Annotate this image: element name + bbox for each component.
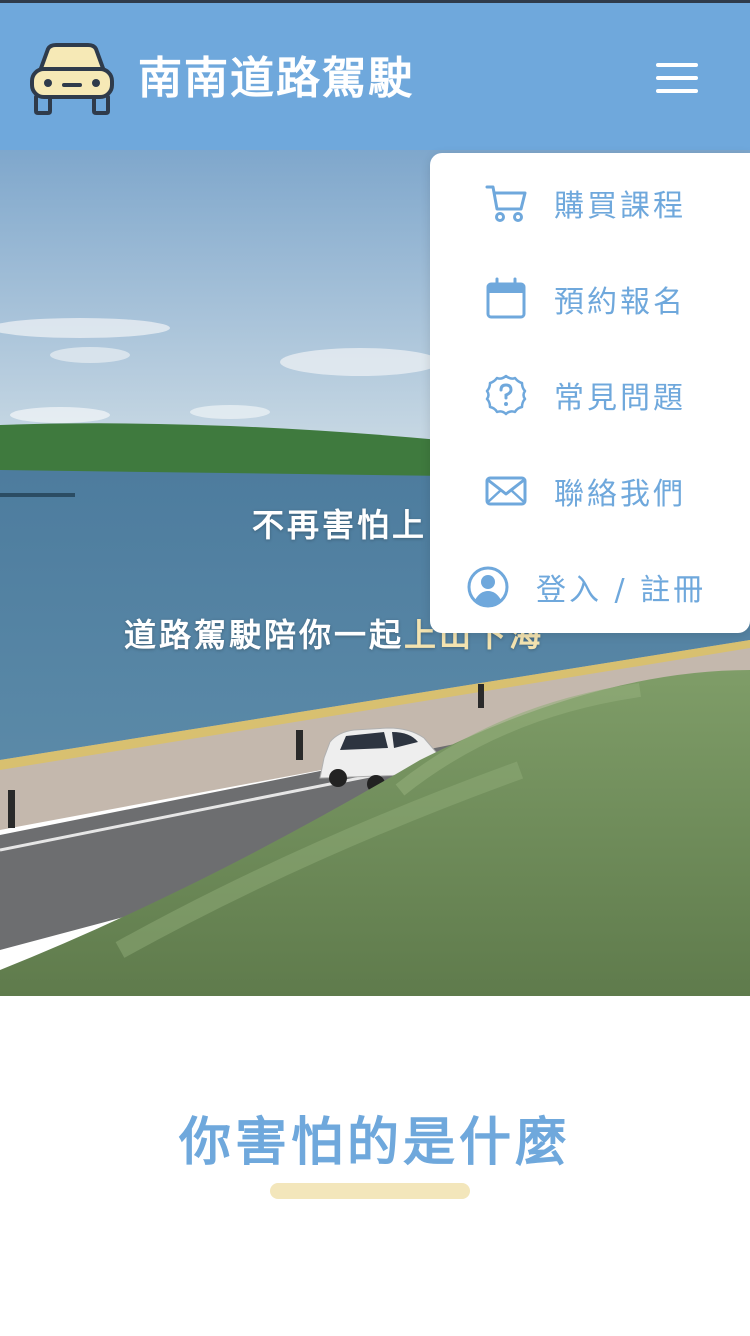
menu-item-login-register[interactable]: 登入 / 註冊: [430, 539, 750, 635]
brand-title[interactable]: 南南道路駕駛: [138, 51, 414, 107]
dropdown-menu: 購買課程 預約報名 常見問題 聯絡我們 登入 / 註冊: [430, 153, 750, 633]
question-icon: [485, 374, 527, 416]
top-header: 南南道路駕駛: [0, 0, 750, 150]
menu-item-label: 聯絡我們: [554, 477, 686, 512]
menu-item-reservation[interactable]: 預約報名: [430, 251, 750, 347]
section-title: 你害怕的是什麼: [178, 1113, 571, 1173]
menu-item-faq[interactable]: 常見問題: [430, 347, 750, 443]
menu-item-label: 購買課程: [554, 189, 686, 224]
hero-headline-line1: 不再害怕上: [252, 506, 428, 544]
car-front-icon[interactable]: [28, 41, 116, 117]
page: 南南道路駕駛 不再害怕上 道路駕駛陪你一起上山下海 購買課程 預約報名 常見問題…: [0, 0, 750, 1336]
menu-item-contact[interactable]: 聯絡我們: [430, 443, 750, 539]
shopping-cart-icon: [485, 185, 527, 222]
menu-item-buy-course[interactable]: 購買課程: [430, 155, 750, 251]
hero-line2-prefix: 道路駕駛陪你一起: [124, 616, 405, 654]
section-title-underline: [270, 1183, 470, 1199]
user-circle-icon: [467, 566, 509, 608]
hamburger-menu-icon[interactable]: [656, 61, 700, 95]
menu-item-label: 登入 / 註冊: [536, 573, 707, 608]
menu-item-label: 常見問題: [554, 381, 686, 416]
calendar-icon: [486, 277, 526, 319]
menu-item-label: 預約報名: [554, 285, 686, 320]
mail-icon: [485, 476, 527, 506]
